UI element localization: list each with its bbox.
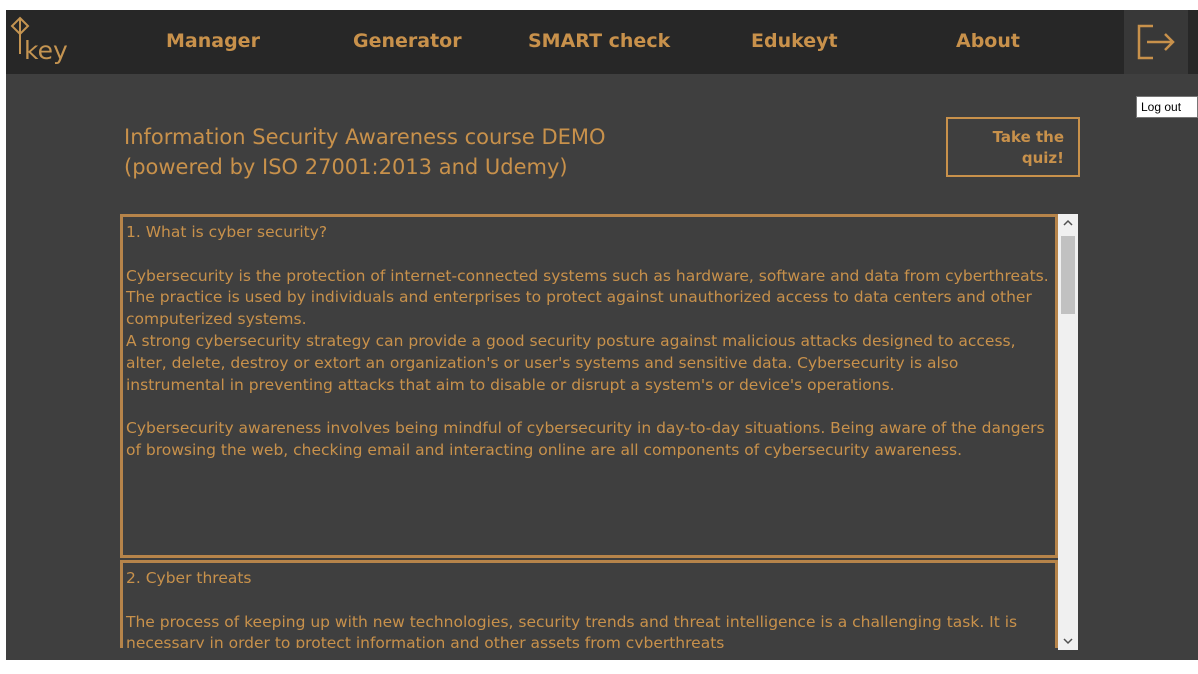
nav-item-smart-check[interactable]: SMART check — [528, 30, 670, 56]
course-content: 1. What is cyber security? Cybersecurity… — [120, 214, 1072, 648]
logout-button[interactable] — [1124, 10, 1188, 74]
top-navbar: key Manager Generator SMART check Edukey… — [6, 10, 1198, 74]
section-paragraph: Cybersecurity awareness involves being m… — [126, 419, 1045, 459]
page-title: Information Security Awareness course DE… — [124, 125, 606, 179]
section-paragraph: A strong cybersecurity strategy can prov… — [126, 331, 1016, 394]
course-section-2: 2. Cyber threats The process of keeping … — [120, 560, 1058, 648]
take-quiz-button[interactable]: Take the quiz! — [946, 117, 1080, 177]
nav-item-edukeyt[interactable]: Edukeyt — [751, 30, 838, 56]
app-window: key Manager Generator SMART check Edukey… — [6, 10, 1198, 660]
section-heading: 2. Cyber threats — [126, 569, 252, 587]
scroll-thumb[interactable] — [1061, 236, 1075, 314]
section-paragraph: Cybersecurity is the protection of inter… — [126, 266, 1049, 329]
nav-item-about[interactable]: About — [956, 30, 1020, 56]
logo[interactable]: key — [6, 10, 68, 74]
chevron-up-icon — [1063, 219, 1073, 226]
logo-text: key — [24, 36, 68, 65]
chevron-down-icon — [1063, 638, 1073, 645]
logout-icon — [1137, 24, 1175, 60]
course-section-1: 1. What is cyber security? Cybersecurity… — [120, 214, 1058, 558]
nav-item-generator[interactable]: Generator — [353, 30, 462, 56]
nav-item-manager[interactable]: Manager — [166, 30, 260, 56]
scroll-up-button[interactable] — [1058, 214, 1078, 232]
scroll-down-button[interactable] — [1058, 632, 1078, 650]
content-scrollbar[interactable] — [1058, 214, 1078, 650]
section-paragraph: The process of keeping up with new techn… — [126, 612, 1018, 648]
logout-tooltip: Log out — [1136, 96, 1198, 118]
section-heading: 1. What is cyber security? — [126, 223, 328, 241]
